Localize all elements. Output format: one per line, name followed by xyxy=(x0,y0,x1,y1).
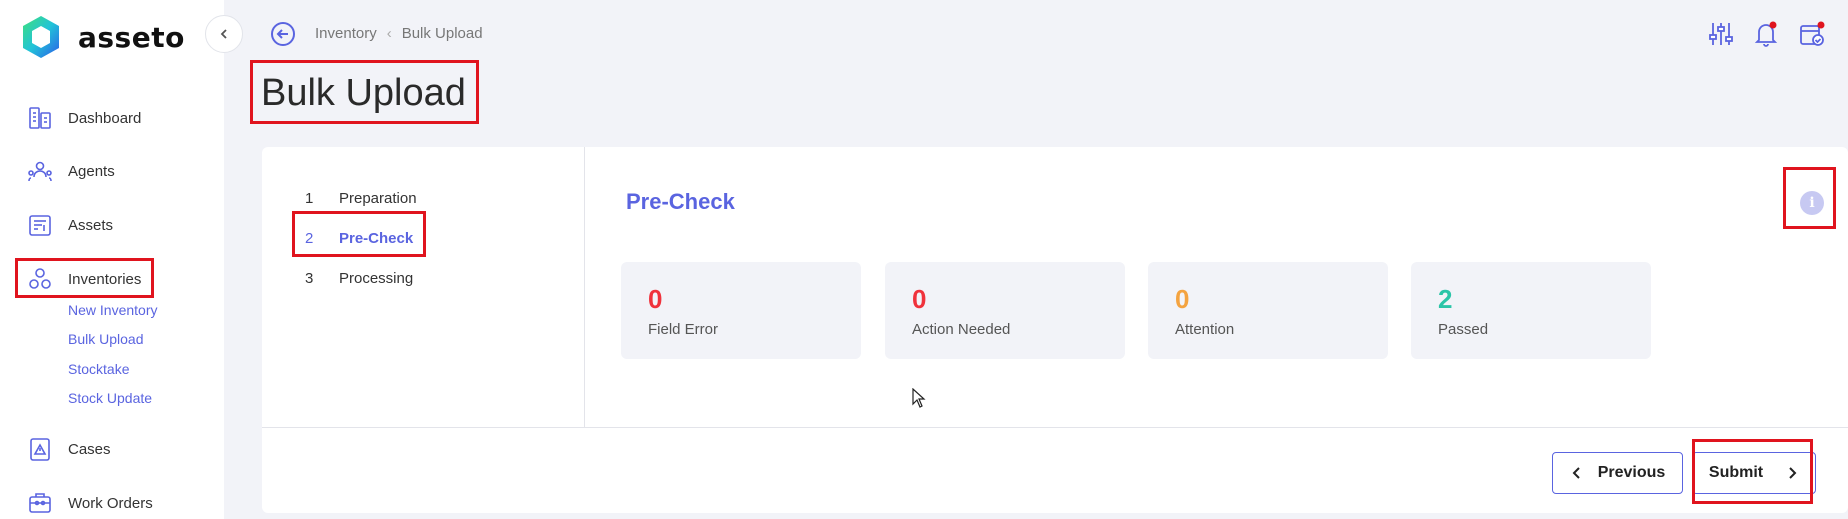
sidebar-item-label: Cases xyxy=(68,440,111,458)
stat-attention: 0 Attention xyxy=(1148,262,1388,359)
step-pre-check[interactable]: 2 Pre-Check xyxy=(305,230,413,247)
chevron-right-icon xyxy=(1789,467,1797,479)
sidebar-item-label: Assets xyxy=(68,216,114,234)
stat-label: Passed xyxy=(1438,321,1489,338)
sidebar-item-dashboard[interactable]: Dashboard xyxy=(26,104,141,132)
app-name: asseto xyxy=(78,20,185,54)
dashboard-icon xyxy=(29,107,51,129)
step-preparation[interactable]: 1 Preparation xyxy=(305,190,417,207)
sidebar-subitem-stocktake[interactable]: Stocktake xyxy=(68,361,129,377)
sidebar-item-cases[interactable]: Cases xyxy=(26,435,111,463)
cases-icon xyxy=(30,438,50,461)
previous-button-label: Previous xyxy=(1597,464,1666,481)
sidebar-item-label: Agents xyxy=(68,162,115,180)
step-label: Processing xyxy=(339,270,414,287)
stat-label: Action Needed xyxy=(912,321,1011,338)
chevron-left-icon xyxy=(1572,467,1580,479)
step-number: 2 xyxy=(305,230,314,247)
chevron-left-icon: ‹ xyxy=(386,25,392,42)
sidebar-item-inventories[interactable]: Inventories xyxy=(26,265,141,293)
submit-button-label: Submit xyxy=(1708,464,1764,481)
stat-value: 0 xyxy=(648,284,663,314)
submit-button[interactable]: Submit xyxy=(1692,452,1816,494)
step-label: Pre-Check xyxy=(339,230,414,247)
page-title: Bulk Upload xyxy=(261,72,466,114)
collapse-sidebar-button[interactable] xyxy=(205,15,243,53)
stat-value: 2 xyxy=(1438,284,1453,314)
back-arrow-icon[interactable] xyxy=(270,21,296,47)
step-number: 1 xyxy=(305,190,314,207)
bell-icon[interactable] xyxy=(1753,20,1779,48)
section-title: Pre-Check xyxy=(626,189,735,214)
sidebar: asseto Dashboard Agents Assets Inventori… xyxy=(0,0,224,519)
step-number: 3 xyxy=(305,270,314,287)
sidebar-item-label: Inventories xyxy=(68,270,142,288)
sidebar-item-label: Work Orders xyxy=(68,494,153,512)
sidebar-item-agents[interactable]: Agents xyxy=(26,157,115,185)
sidebar-subitem-new-inventory[interactable]: New Inventory xyxy=(68,302,157,318)
agents-icon xyxy=(28,161,52,182)
stat-label: Field Error xyxy=(648,321,719,338)
asseto-logo-icon xyxy=(23,16,59,58)
stat-label: Attention xyxy=(1175,321,1235,338)
breadcrumb: Inventory ‹ Bulk Upload xyxy=(315,25,483,42)
calendar-check-icon[interactable] xyxy=(1798,20,1826,48)
logo[interactable]: asseto xyxy=(20,14,185,60)
sidebar-item-assets[interactable]: Assets xyxy=(26,211,113,239)
stat-action-needed: 0 Action Needed xyxy=(885,262,1125,359)
inventories-icon xyxy=(29,268,51,289)
mouse-cursor-icon xyxy=(912,388,926,408)
bulk-upload-card: 1 Preparation 2 Pre-Check 3 Processing P… xyxy=(262,147,1848,513)
sidebar-item-label: Dashboard xyxy=(68,109,142,127)
breadcrumb-inventory[interactable]: Inventory xyxy=(315,25,377,42)
sidebar-item-work-orders[interactable]: Work Orders xyxy=(26,489,153,517)
divider xyxy=(262,427,1848,428)
filter-sliders-icon[interactable] xyxy=(1708,20,1734,48)
work-orders-icon xyxy=(29,493,51,513)
info-icon[interactable]: i xyxy=(1800,191,1824,215)
chevron-left-icon xyxy=(220,29,227,39)
step-processing[interactable]: 3 Processing xyxy=(305,270,413,287)
stat-passed: 2 Passed xyxy=(1411,262,1651,359)
sidebar-subitem-stock-update[interactable]: Stock Update xyxy=(68,390,152,406)
stat-value: 0 xyxy=(912,284,927,314)
stat-value: 0 xyxy=(1175,284,1190,314)
stat-field-error: 0 Field Error xyxy=(621,262,861,359)
previous-button[interactable]: Previous xyxy=(1552,452,1683,494)
assets-icon xyxy=(29,215,51,236)
step-label: Preparation xyxy=(339,190,417,207)
breadcrumb-bulk-upload: Bulk Upload xyxy=(401,25,483,42)
stepper: 1 Preparation 2 Pre-Check 3 Processing xyxy=(262,147,585,427)
sidebar-subitem-bulk-upload[interactable]: Bulk Upload xyxy=(68,331,144,347)
